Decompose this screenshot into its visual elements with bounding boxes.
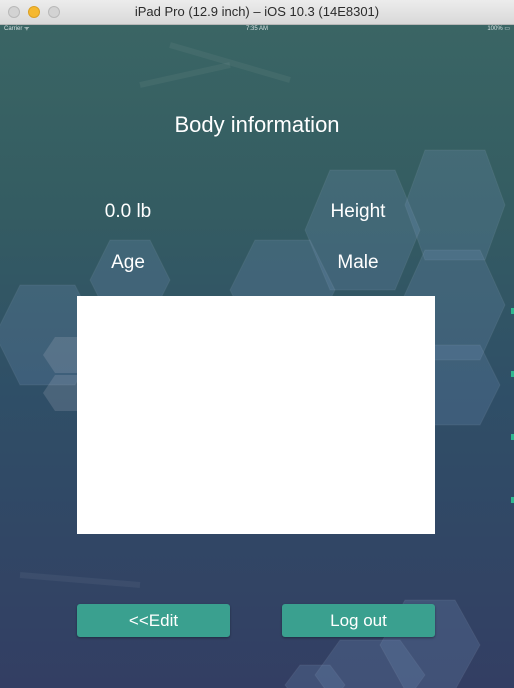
body-chart-area <box>77 296 435 534</box>
weight-value: 0.0 lb <box>104 201 152 222</box>
gender-value: Male <box>337 252 379 273</box>
window-title: iPad Pro (12.9 inch) – iOS 10.3 (14E8301… <box>134 4 380 19</box>
page-title: Body information <box>174 112 340 137</box>
edit-button[interactable]: <<Edit <box>77 604 230 637</box>
app-screen: Carrier ᯤ 7:35 AM 100% ▭ Body informatio… <box>0 25 514 688</box>
height-value: Height <box>330 201 386 222</box>
status-bar: Carrier ᯤ 7:35 AM 100% ▭ <box>0 25 514 33</box>
status-time: 7:35 AM <box>245 26 268 32</box>
battery-indicator: 100% ▭ <box>487 26 510 32</box>
simulator-window: iPad Pro (12.9 inch) – iOS 10.3 (14E8301… <box>0 0 514 688</box>
logout-button[interactable]: Log out <box>282 604 435 637</box>
window-titlebar: iPad Pro (12.9 inch) – iOS 10.3 (14E8301… <box>0 0 514 25</box>
age-value: Age <box>111 252 145 273</box>
